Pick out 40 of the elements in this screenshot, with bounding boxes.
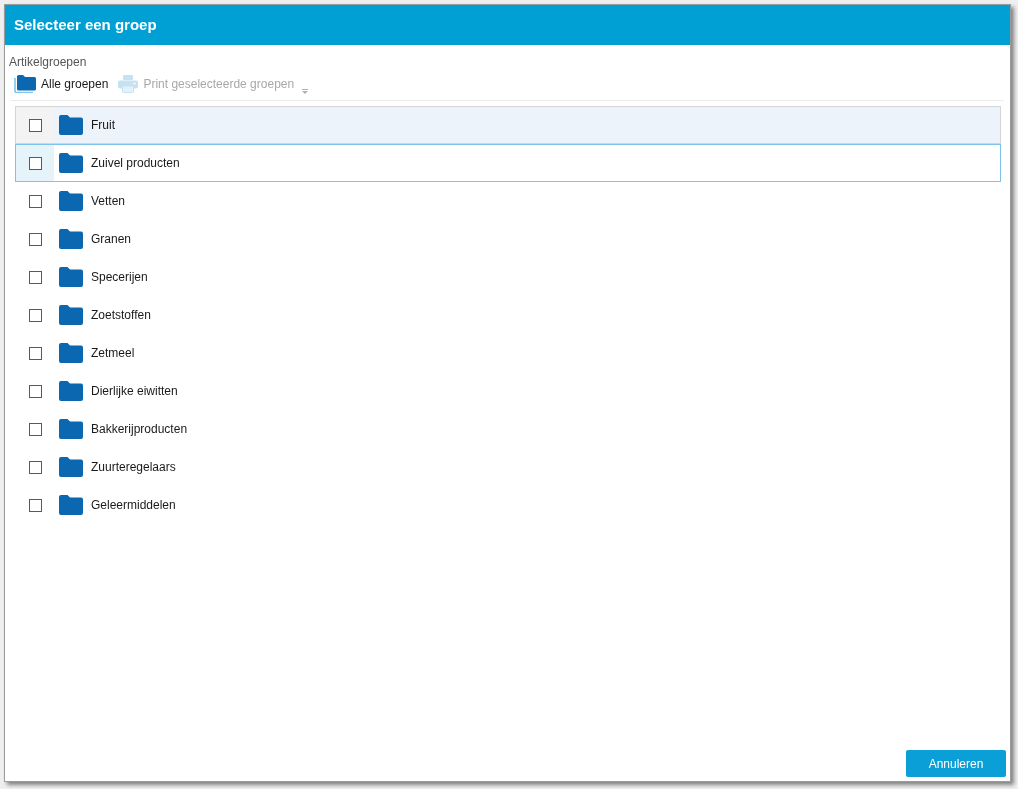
folder-icon: [59, 419, 83, 439]
checkbox[interactable]: [28, 308, 42, 322]
checkbox[interactable]: [28, 460, 42, 474]
group-name: Geleermiddelen: [91, 497, 176, 514]
dialog-title: Selecteer een groep: [14, 14, 157, 35]
group-name: Specerijen: [91, 269, 148, 286]
group-name: Dierlijke eiwitten: [91, 383, 178, 400]
checkbox[interactable]: [28, 270, 42, 284]
section-label: Artikelgroepen: [9, 55, 87, 69]
checkbox[interactable]: [28, 384, 42, 398]
folder-icon: [59, 495, 83, 515]
group-name: Zetmeel: [91, 345, 135, 362]
checkbox[interactable]: [28, 156, 42, 170]
folder-icon: [59, 343, 83, 363]
folder-icon: [59, 153, 83, 173]
group-name: Bakkerijproducten: [91, 421, 188, 438]
checkbox[interactable]: [28, 422, 42, 436]
folder-icon: [59, 115, 83, 135]
checkbox[interactable]: [28, 498, 42, 512]
printer-icon: [118, 75, 139, 93]
all-groups-button[interactable]: Alle groepen: [14, 75, 109, 93]
group-name: Zuurteregelaars: [91, 459, 176, 476]
folder-icon: [59, 381, 83, 401]
group-name: Fruit: [91, 117, 115, 134]
group-name: Zoetstoffen: [91, 307, 151, 324]
folder-icon: [59, 191, 83, 211]
group-name: Granen: [91, 231, 132, 248]
folder-icon: [59, 267, 83, 287]
folder-icon: [59, 305, 83, 325]
folder-icon: [59, 457, 83, 477]
folders-icon: [14, 75, 36, 93]
checkbox[interactable]: [28, 346, 42, 360]
checkbox[interactable]: [28, 118, 42, 132]
group-row[interactable]: Zuivel producten: [15, 144, 1001, 182]
folder-icon: [59, 229, 83, 249]
checkbox[interactable]: [28, 232, 42, 246]
group-row[interactable]: Fruit: [15, 106, 1001, 144]
group-name: Vetten: [91, 193, 126, 210]
group-name: Zuivel producten: [91, 155, 180, 172]
checkbox[interactable]: [28, 194, 42, 208]
